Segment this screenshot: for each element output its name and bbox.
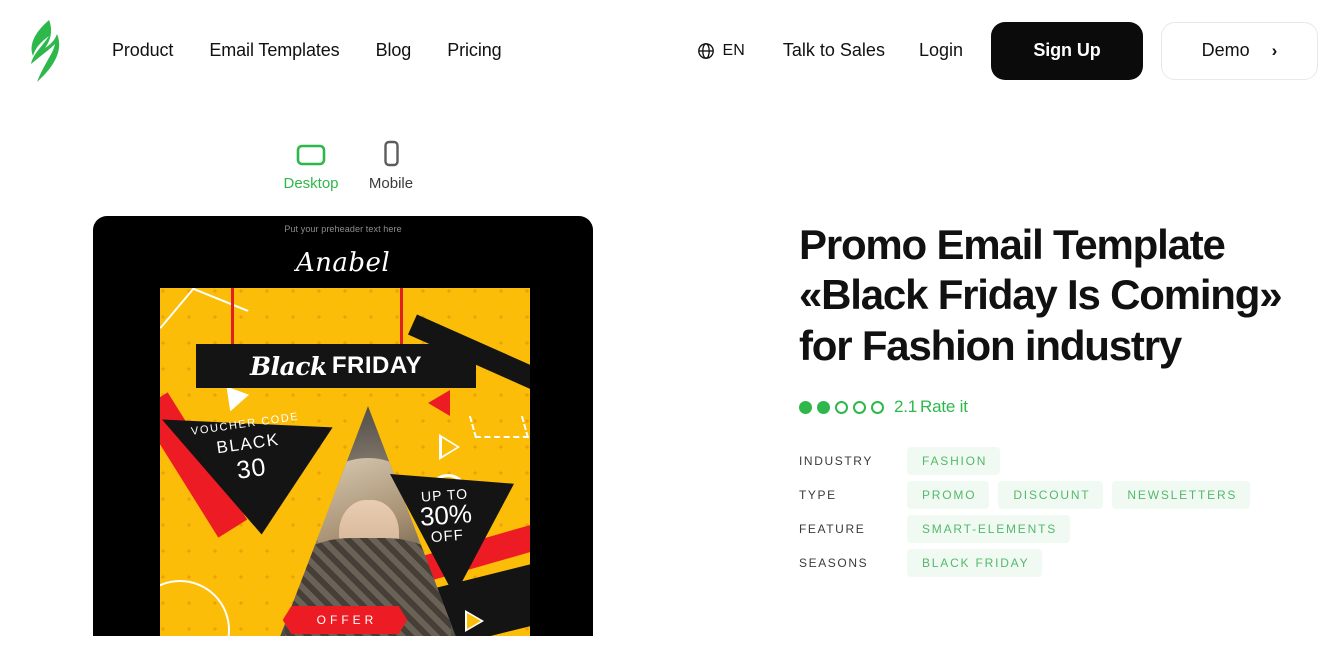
preheader-text: Put your preheader text here <box>284 224 402 234</box>
outline-triangle-decor <box>160 288 249 351</box>
black-friday-headline: Black FRIDAY <box>196 344 476 388</box>
rating-dot-1[interactable] <box>799 400 812 414</box>
dashed-quad-decor <box>468 416 530 438</box>
meta-tags-type: PROMO DISCOUNT NEWSLETTERS <box>907 481 1251 510</box>
view-option-desktop-label: Desktop <box>283 175 339 192</box>
mobile-icon <box>384 140 399 167</box>
nav-item-pricing[interactable]: Pricing <box>447 40 501 61</box>
talk-to-sales-link[interactable]: Talk to Sales <box>783 40 885 61</box>
tag-fashion[interactable]: FASHION <box>907 447 1001 476</box>
view-option-desktop[interactable]: Desktop <box>283 137 339 192</box>
stripo-leaf-logo[interactable] <box>22 18 64 84</box>
headline-script-word: Black <box>249 351 327 381</box>
rating-widget[interactable]: 2.1 Rate it <box>799 397 1289 417</box>
rating-text: 2.1 Rate it <box>894 397 968 417</box>
discount-text-block: UP TO 30% OFF <box>394 485 498 548</box>
tag-black-friday[interactable]: BLACK FRIDAY <box>907 549 1043 578</box>
meta-row-industry: INDUSTRY FASHION <box>799 447 1289 476</box>
meta-tags-feature: SMART-ELEMENTS <box>907 515 1070 544</box>
meta-key-seasons: SEASONS <box>799 556 869 571</box>
meta-key-industry: INDUSTRY <box>799 454 873 469</box>
rate-it-label[interactable]: Rate it <box>920 397 968 416</box>
rating-dot-5[interactable] <box>871 400 884 414</box>
view-option-mobile[interactable]: Mobile <box>363 137 419 192</box>
page-title: Promo Email Template «Black Friday Is Co… <box>799 221 1283 369</box>
voucher-text-block: VOUCHER CODE BLACK 30 <box>170 408 328 494</box>
template-detail-content: Put your preheader text here Anabel Blac… <box>0 216 1342 636</box>
sign-up-button[interactable]: Sign Up <box>991 21 1143 80</box>
globe-icon <box>698 42 715 59</box>
meta-row-feature: FEATURE SMART-ELEMENTS <box>799 515 1289 544</box>
email-preview[interactable]: Put your preheader text here Anabel Blac… <box>93 216 593 636</box>
white-triangle-decor <box>218 386 250 416</box>
stripo-leaf-logo-svg <box>31 19 60 82</box>
rating-dot-3[interactable] <box>835 400 848 414</box>
desktop-icon <box>296 144 326 166</box>
meta-key-feature: FEATURE <box>799 522 866 537</box>
outline-triangle-decor-2 <box>439 434 460 460</box>
demo-button[interactable]: Demo › <box>1161 21 1318 80</box>
meta-row-seasons: SEASONS BLACK FRIDAY <box>799 549 1289 578</box>
login-link[interactable]: Login <box>919 40 963 61</box>
chevron-right-icon: › <box>1271 41 1278 60</box>
rating-score: 2.1 <box>894 397 918 417</box>
red-arrow-decor <box>428 390 450 416</box>
nav-item-product[interactable]: Product <box>112 40 173 61</box>
meta-tags-industry: FASHION <box>907 447 1001 476</box>
language-selector[interactable]: EN <box>697 41 745 60</box>
meta-tags-seasons: BLACK FRIDAY <box>907 549 1043 578</box>
rating-dot-4[interactable] <box>853 400 866 414</box>
tag-newsletters[interactable]: NEWSLETTERS <box>1112 481 1251 510</box>
headline-bold-word: FRIDAY <box>331 352 422 379</box>
demo-button-label: Demo <box>1201 40 1250 60</box>
rating-dots[interactable] <box>799 400 884 414</box>
meta-key-type: TYPE <box>799 488 837 503</box>
rating-dot-2[interactable] <box>817 400 830 414</box>
template-meta-list: INDUSTRY FASHION TYPE PROMO DISCOUNT NEW… <box>799 447 1289 578</box>
offer-ribbon-wrap: OFFER <box>160 606 530 634</box>
meta-row-type: TYPE PROMO DISCOUNT NEWSLETTERS <box>799 481 1289 510</box>
nav-item-blog[interactable]: Blog <box>376 40 412 61</box>
nav-item-email-templates[interactable]: Email Templates <box>209 40 339 61</box>
mobile-icon-box <box>381 137 401 173</box>
main-navigation: Product Email Templates Blog Pricing <box>112 40 502 61</box>
tag-smart-elements[interactable]: SMART-ELEMENTS <box>907 515 1070 544</box>
viewport-switch: Desktop Mobile <box>283 137 1342 192</box>
template-info-panel: Promo Email Template «Black Friday Is Co… <box>799 216 1289 636</box>
desktop-icon-box <box>296 137 326 173</box>
tag-promo[interactable]: PROMO <box>907 481 990 510</box>
offer-ribbon[interactable]: OFFER <box>282 606 408 634</box>
email-brand-name: Anabel <box>295 248 391 278</box>
view-option-mobile-label: Mobile <box>368 175 414 192</box>
header-actions: EN Talk to Sales Login Sign Up Demo › <box>697 21 1318 80</box>
tag-discount[interactable]: DISCOUNT <box>998 481 1104 510</box>
black-friday-banner-image: Black FRIDAY VOUCHER CODE BLACK 30 UP TO… <box>160 288 530 636</box>
site-header: Product Email Templates Blog Pricing EN … <box>0 0 1342 101</box>
language-label: EN <box>722 41 745 59</box>
